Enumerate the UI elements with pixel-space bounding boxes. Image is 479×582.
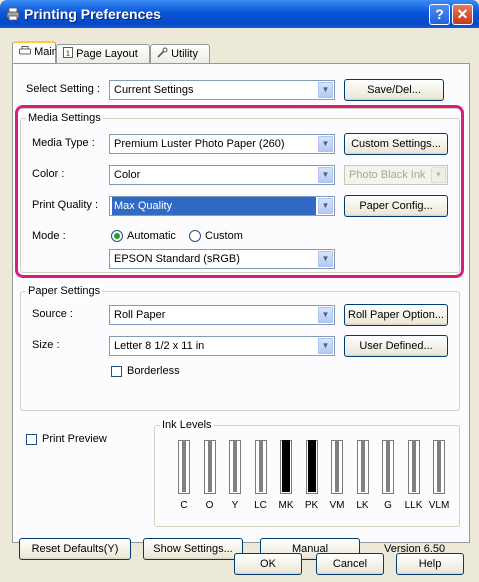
question-icon: ? bbox=[435, 6, 444, 22]
size-label: Size : bbox=[32, 339, 60, 351]
show-settings-button[interactable]: Show Settings... bbox=[143, 538, 243, 560]
borderless-label[interactable]: Borderless bbox=[127, 365, 180, 377]
wrench-icon bbox=[157, 47, 168, 58]
printer-app-icon bbox=[6, 7, 20, 21]
close-icon: ✕ bbox=[456, 6, 469, 22]
ink-fill-mk bbox=[282, 440, 290, 492]
ink-label-g: G bbox=[384, 500, 392, 511]
cancel-button[interactable]: Cancel bbox=[316, 553, 384, 575]
ink-label-lc: LC bbox=[254, 500, 267, 511]
tab-main[interactable]: Main bbox=[12, 41, 58, 64]
ink-fill-pk bbox=[307, 440, 316, 492]
help-button[interactable]: Help bbox=[396, 553, 464, 575]
paper-settings-title: Paper Settings bbox=[26, 285, 103, 297]
source-value: Roll Paper bbox=[114, 309, 166, 321]
chevron-down-icon: ▼ bbox=[318, 307, 333, 323]
ink-levels-title: Ink Levels bbox=[160, 419, 214, 431]
tab-utility[interactable]: Utility bbox=[150, 44, 210, 64]
ink-bar-lk bbox=[356, 440, 369, 494]
ink-label-y: Y bbox=[231, 500, 239, 511]
reset-defaults-button[interactable]: Reset Defaults(Y) bbox=[19, 538, 131, 560]
select-setting-dropdown[interactable]: Current Settings ▼ bbox=[109, 80, 335, 100]
select-setting-value: Current Settings bbox=[114, 84, 194, 96]
ink-label-vm: VM bbox=[329, 500, 345, 511]
print-preview-label[interactable]: Print Preview bbox=[42, 433, 107, 445]
save-del-button[interactable]: Save/Del... bbox=[344, 79, 444, 101]
window-title: Printing Preferences bbox=[24, 6, 161, 22]
ink-bar-pk bbox=[305, 440, 318, 494]
ink-fill-vm bbox=[335, 440, 339, 492]
source-label: Source : bbox=[32, 308, 73, 320]
ink-bar-vm bbox=[331, 440, 343, 494]
borderless-checkbox[interactable] bbox=[111, 366, 122, 377]
ink-bar-g bbox=[382, 440, 394, 494]
roll-paper-option-button[interactable]: Roll Paper Option... bbox=[344, 304, 448, 326]
ok-button[interactable]: OK bbox=[234, 553, 302, 575]
tab-utility-label: Utility bbox=[171, 48, 198, 60]
ink-fill-g bbox=[386, 440, 390, 492]
print-preview-checkbox[interactable] bbox=[26, 434, 37, 445]
media-settings-highlight bbox=[15, 105, 464, 278]
chevron-down-icon: ▼ bbox=[318, 338, 333, 354]
ink-bar-lc bbox=[254, 440, 267, 494]
ink-fill-vlm bbox=[437, 440, 441, 492]
ink-label-llk: LLK bbox=[404, 500, 423, 511]
ink-fill-y bbox=[233, 440, 237, 492]
ink-levels-chart: C O Y LC MK PK VM LK G LLK VLM bbox=[168, 440, 458, 512]
tab-main-label: Main bbox=[34, 46, 58, 58]
ink-bar-y bbox=[229, 440, 241, 494]
user-defined-button[interactable]: User Defined... bbox=[344, 335, 448, 357]
help-title-button[interactable]: ? bbox=[429, 4, 450, 25]
ink-bar-vlm bbox=[433, 440, 445, 494]
ink-label-mk: MK bbox=[278, 500, 294, 511]
ink-label-vlm: VLM bbox=[428, 500, 450, 511]
ink-label-pk: PK bbox=[304, 500, 319, 511]
ink-label-lk: LK bbox=[356, 500, 369, 511]
printer-icon bbox=[19, 46, 31, 55]
page-icon: 1 bbox=[63, 47, 73, 58]
close-button[interactable]: ✕ bbox=[452, 4, 473, 25]
ink-fill-c bbox=[182, 440, 186, 492]
tab-page-layout[interactable]: 1 Page Layout bbox=[56, 44, 150, 64]
tab-page-layout-label: Page Layout bbox=[76, 48, 138, 60]
ink-fill-lk bbox=[360, 440, 365, 492]
select-setting-label: Select Setting : bbox=[26, 83, 100, 95]
title-bar[interactable]: Printing Preferences ? ✕ bbox=[0, 0, 479, 28]
size-value: Letter 8 1/2 x 11 in bbox=[114, 340, 205, 352]
size-dropdown[interactable]: Letter 8 1/2 x 11 in ▼ bbox=[109, 336, 335, 356]
ink-bar-c bbox=[178, 440, 190, 494]
dialog-client: Main 1 Page Layout Utility Select Settin… bbox=[4, 28, 475, 578]
ink-fill-llk bbox=[411, 440, 416, 492]
ink-bar-o bbox=[203, 440, 216, 494]
ink-fill-lc bbox=[258, 440, 263, 492]
printing-preferences-window: Printing Preferences ? ✕ Main 1 Page Lay… bbox=[0, 0, 479, 582]
svg-text:1: 1 bbox=[66, 51, 70, 58]
ink-bar-mk bbox=[280, 440, 292, 494]
ink-label-o: O bbox=[205, 500, 214, 511]
source-dropdown[interactable]: Roll Paper ▼ bbox=[109, 305, 335, 325]
chevron-down-icon: ▼ bbox=[318, 82, 333, 98]
ink-label-c: C bbox=[180, 500, 188, 511]
ink-fill-o bbox=[207, 440, 212, 492]
ink-bar-llk bbox=[407, 440, 420, 494]
